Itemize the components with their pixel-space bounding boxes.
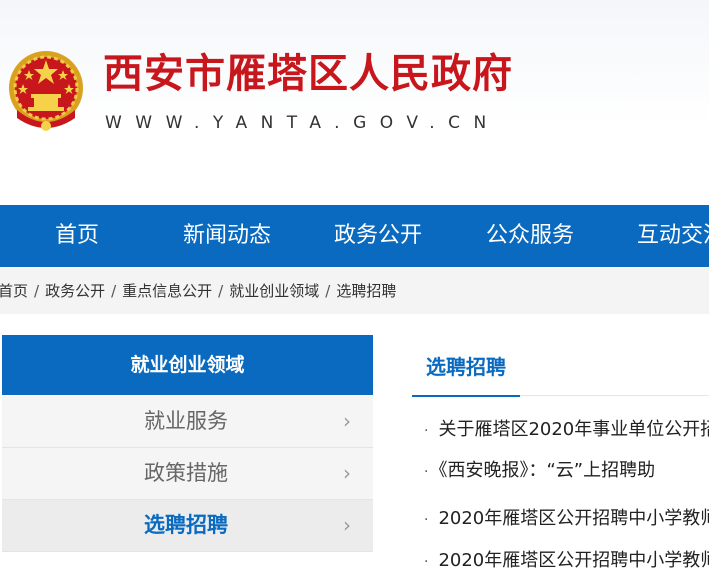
article-title: 2020年雁塔区公开招聘中小学教师	[438, 508, 709, 529]
sidebar-item-label: 选聘招聘	[144, 513, 228, 537]
nav-item-public-services[interactable]: 公众服务	[486, 205, 574, 267]
nav-item-news[interactable]: 新闻动态	[183, 205, 271, 267]
nav-item-home[interactable]: 首页	[55, 205, 99, 267]
article-link[interactable]: · 《西安晚报》：“云”上招聘助	[424, 451, 655, 491]
nav-item-interaction[interactable]: 互动交流	[637, 205, 709, 267]
bullet-icon: ·	[424, 423, 429, 439]
bullet-icon: ·	[424, 464, 429, 480]
sidebar-heading: 就业创业领域	[2, 335, 373, 395]
article-link[interactable]: · 2020年雁塔区公开招聘中小学教师	[424, 541, 709, 581]
chevron-right-icon: ›	[343, 461, 351, 485]
breadcrumb-separator: /	[325, 282, 331, 300]
article-title: 2020年雁塔区公开招聘中小学教师	[438, 550, 709, 571]
chevron-right-icon: ›	[343, 513, 351, 537]
breadcrumb-separator: /	[218, 282, 224, 300]
sidebar-item-label: 就业服务	[144, 409, 228, 433]
nav-item-government-affairs[interactable]: 政务公开	[334, 205, 422, 267]
article-title: 《西安晚报》：“云”上招聘助	[438, 460, 656, 481]
bullet-icon: ·	[424, 554, 429, 570]
sidebar-item-policy-measures[interactable]: 政策措施 ›	[2, 448, 373, 500]
article-link[interactable]: · 关于雁塔区2020年事业单位公开招聘	[424, 410, 709, 450]
national-emblem-icon[interactable]	[7, 48, 85, 134]
breadcrumb-employment[interactable]: 就业创业领域	[229, 282, 319, 300]
breadcrumb-separator: /	[111, 282, 117, 300]
site-title: 西安市雁塔区人民政府	[103, 50, 513, 97]
content-title: 选聘招聘	[412, 347, 520, 397]
main-nav: 首页 新闻动态 政务公开 公众服务 互动交流	[0, 205, 709, 267]
site-domain: WWW.YANTA.GOV.CN	[105, 113, 500, 133]
sidebar-item-label: 政策措施	[144, 461, 228, 485]
breadcrumb-key-info[interactable]: 重点信息公开	[122, 282, 212, 300]
sidebar-item-employment-services[interactable]: 就业服务 ›	[2, 396, 373, 448]
breadcrumb-recruitment: 选聘招聘	[336, 282, 397, 300]
sidebar-item-recruitment[interactable]: 选聘招聘 ›	[2, 500, 373, 552]
article-link[interactable]: · 2020年雁塔区公开招聘中小学教师	[424, 499, 709, 539]
chevron-right-icon: ›	[343, 409, 351, 433]
breadcrumb-government-affairs[interactable]: 政务公开	[45, 282, 105, 300]
breadcrumb-separator: /	[34, 282, 40, 300]
bullet-icon: ·	[424, 512, 429, 528]
site-header: 西安市雁塔区人民政府 WWW.YANTA.GOV.CN	[0, 0, 709, 205]
article-title: 关于雁塔区2020年事业单位公开招聘	[438, 419, 709, 440]
breadcrumb: 首页 / 政务公开 / 重点信息公开 / 就业创业领域 / 选聘招聘	[0, 268, 709, 314]
breadcrumb-home[interactable]: 首页	[0, 282, 28, 300]
